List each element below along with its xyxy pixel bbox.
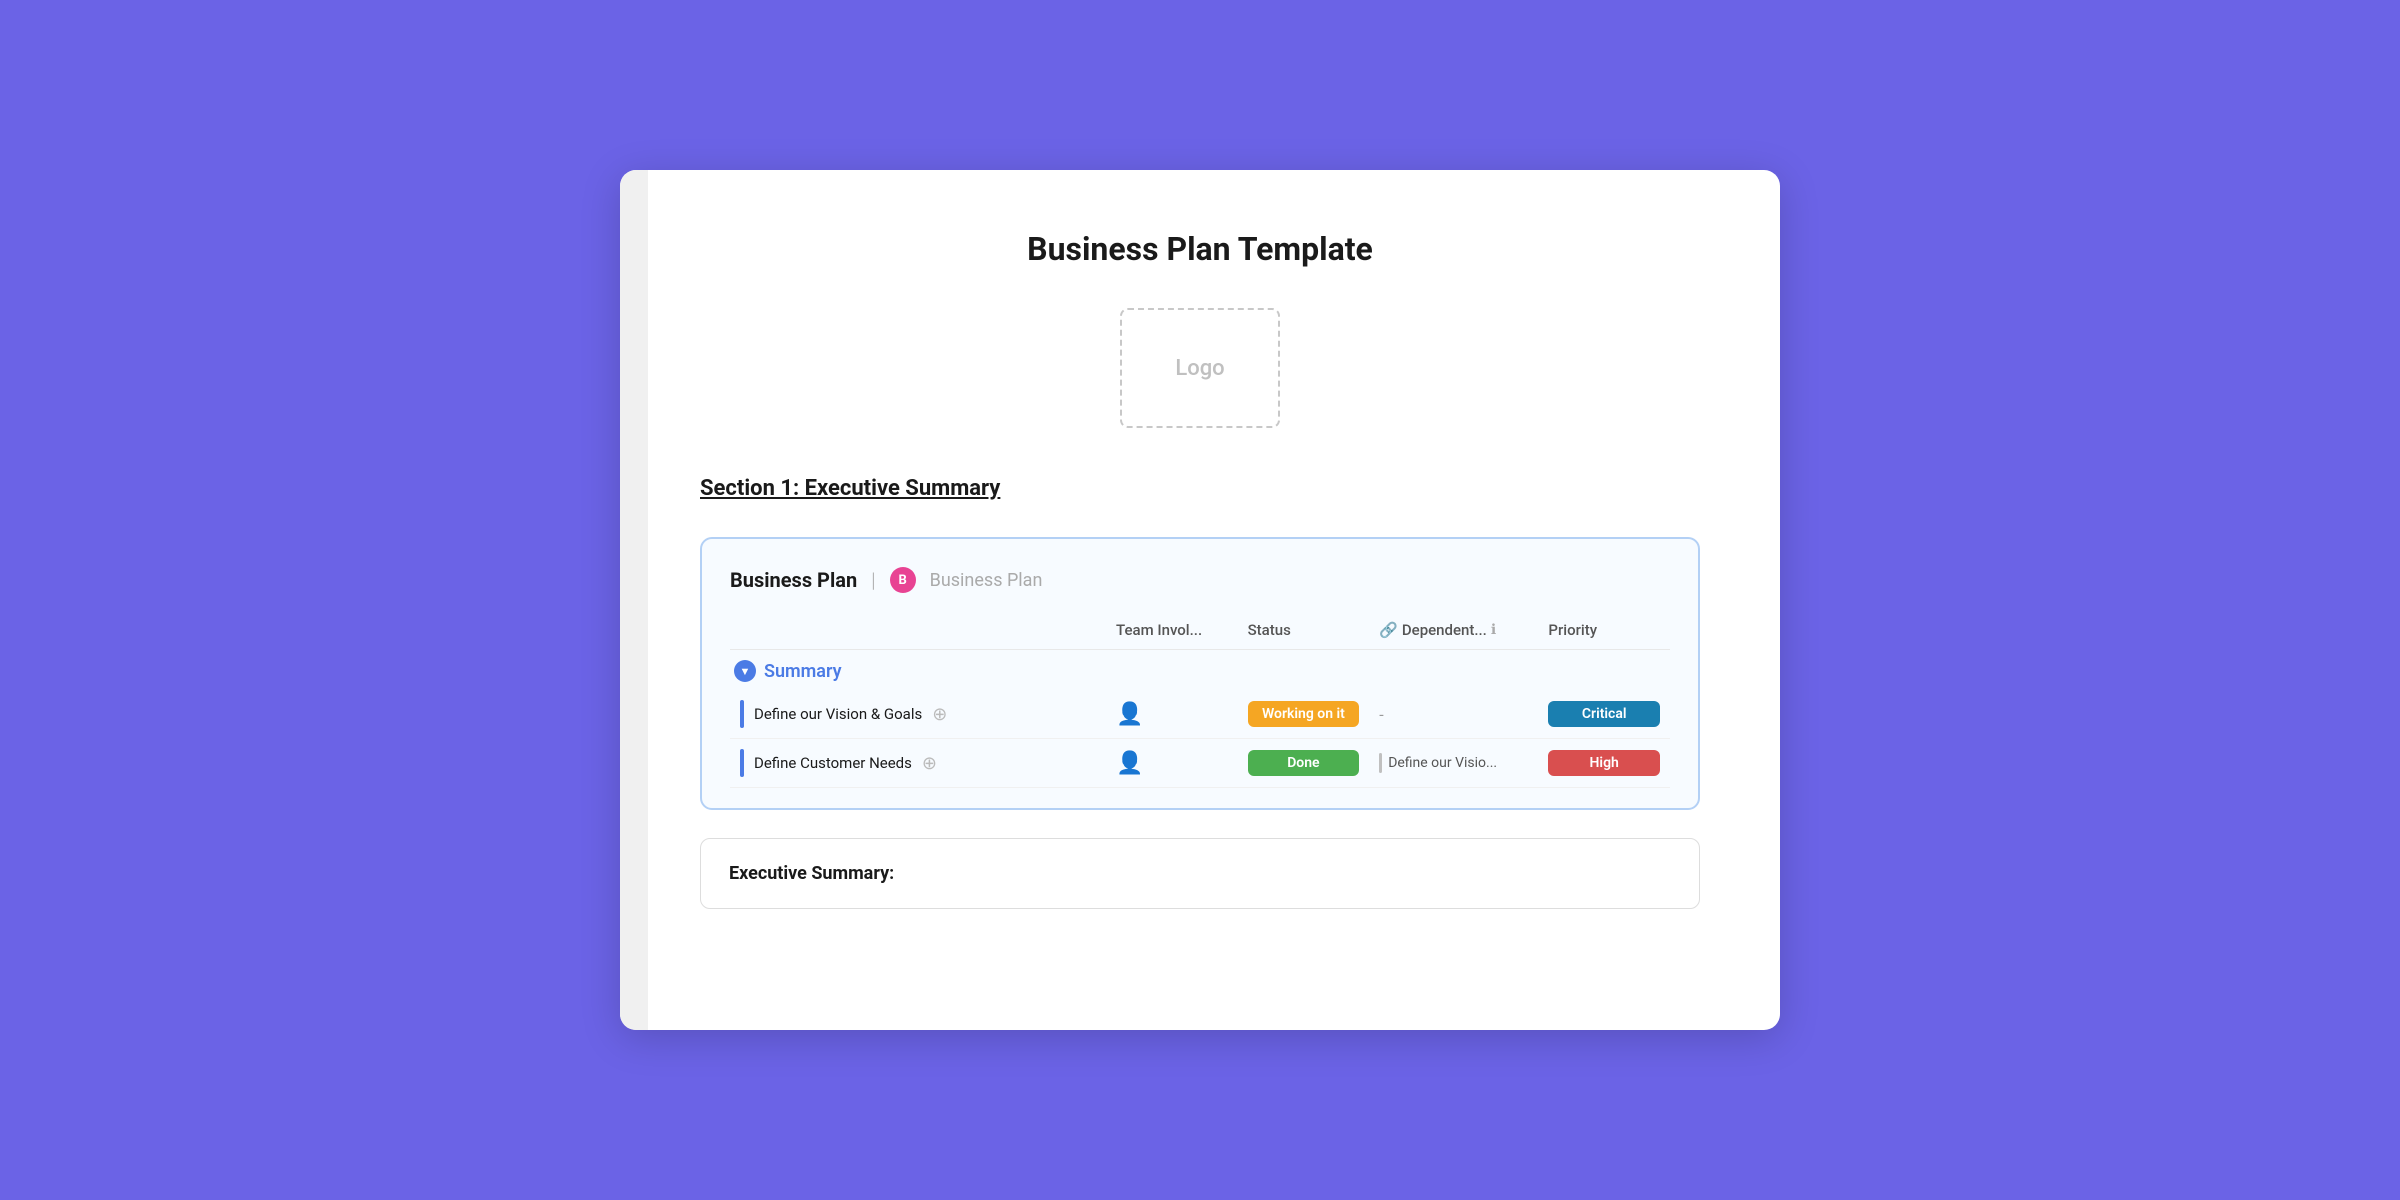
team-avatar-icon[interactable]: 👤 bbox=[1116, 702, 1143, 727]
document-title: Business Plan Template bbox=[700, 230, 1700, 268]
link-icon: 🔗 bbox=[1379, 621, 1398, 639]
section-heading: Section 1: Executive Summary bbox=[700, 476, 1700, 501]
col-status-header: Status bbox=[1238, 615, 1370, 650]
logo-placeholder[interactable]: Logo bbox=[1120, 308, 1280, 428]
add-subtask-icon[interactable]: ⊕ bbox=[932, 704, 947, 725]
summary-chevron-icon[interactable]: ▼ bbox=[734, 660, 756, 682]
team-avatar-icon[interactable]: 👤 bbox=[1116, 751, 1143, 776]
exec-summary-title: Executive Summary: bbox=[729, 863, 894, 884]
summary-group-row: ▼ Summary bbox=[730, 650, 1670, 691]
task-name: Define Customer Needs bbox=[754, 754, 912, 772]
dep-dash: - bbox=[1379, 705, 1383, 724]
task-indent-bar bbox=[740, 700, 744, 728]
board-header: Business Plan | B Business Plan bbox=[730, 567, 1670, 593]
table-header-row: Team Invol... Status 🔗 Dependent... ℹ Pr… bbox=[730, 615, 1670, 650]
dep-bar bbox=[1379, 753, 1382, 773]
task-table: Team Invol... Status 🔗 Dependent... ℹ Pr… bbox=[730, 615, 1670, 788]
col-dep-header: 🔗 Dependent... ℹ bbox=[1369, 615, 1538, 650]
summary-label: Summary bbox=[764, 661, 842, 682]
col-priority-header: Priority bbox=[1538, 615, 1670, 650]
board-badge: B bbox=[890, 567, 916, 593]
col-task-header bbox=[730, 615, 1106, 650]
status-badge[interactable]: Working on it bbox=[1248, 701, 1360, 727]
col-team-header: Team Invol... bbox=[1106, 615, 1238, 650]
status-badge[interactable]: Done bbox=[1248, 750, 1360, 776]
logo-wrapper: Logo bbox=[700, 308, 1700, 428]
dep-text: Define our Visio... bbox=[1388, 755, 1497, 771]
sidebar-strip bbox=[620, 170, 648, 1030]
priority-badge[interactable]: High bbox=[1548, 750, 1660, 776]
task-name: Define our Vision & Goals bbox=[754, 705, 922, 723]
task-board-card: Business Plan | B Business Plan Team Inv… bbox=[700, 537, 1700, 810]
document-container: Business Plan Template Logo Section 1: E… bbox=[620, 170, 1780, 1030]
board-divider: | bbox=[871, 568, 875, 592]
priority-badge[interactable]: Critical bbox=[1548, 701, 1660, 727]
info-icon: ℹ bbox=[1491, 622, 1496, 638]
add-subtask-icon[interactable]: ⊕ bbox=[922, 753, 937, 774]
table-row: Define Customer Needs ⊕ 👤 Done Define ou bbox=[730, 739, 1670, 788]
board-title: Business Plan bbox=[730, 568, 857, 592]
board-project-name: Business Plan bbox=[930, 570, 1043, 591]
table-row: Define our Vision & Goals ⊕ 👤 Working on… bbox=[730, 690, 1670, 739]
task-indent-bar bbox=[740, 749, 744, 777]
exec-summary-card: Executive Summary: bbox=[700, 838, 1700, 909]
